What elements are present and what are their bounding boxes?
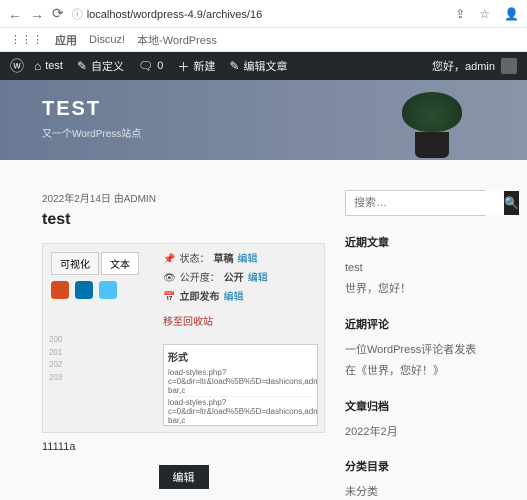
trash-link[interactable]: 移至回收站 <box>163 313 268 332</box>
search-input[interactable] <box>346 191 504 215</box>
bookmarks-label: 应用 <box>55 32 77 48</box>
browser-address-bar: ← → ⟳ ⓘlocalhost/wordpress-4.9/archives/… <box>0 0 527 28</box>
media-icon[interactable] <box>51 281 69 299</box>
wp-logo-icon[interactable]: ⓦ <box>10 56 24 76</box>
widget-item[interactable]: 未分类 <box>345 482 485 500</box>
post-title: test <box>42 211 325 229</box>
edit-date-link[interactable]: 编辑 <box>223 288 243 307</box>
widget-title: 近期文章 <box>345 234 485 250</box>
calendar-icon: 📅 <box>163 288 175 307</box>
edit-visibility-link[interactable]: 编辑 <box>248 269 268 288</box>
tab-text[interactable]: 文本 <box>101 252 139 275</box>
star-icon[interactable]: ☆ <box>479 7 490 21</box>
search-widget: 🔍 <box>345 190 485 216</box>
pencil-icon: ✎ <box>229 59 239 73</box>
network-row[interactable]: load-styles.php?c=0&dir=ltr&load%5B%5D=d… <box>168 367 313 397</box>
tab-visual[interactable]: 可视化 <box>51 252 99 275</box>
edit-status-link[interactable]: 编辑 <box>237 250 257 269</box>
forward-button[interactable]: → <box>30 6 44 22</box>
apps-icon[interactable]: ⋮⋮⋮ <box>10 33 43 46</box>
reload-button[interactable]: ⟳ <box>52 5 64 22</box>
network-panel: 形式 load-styles.php?c=0&dir=ltr&load%5B%5… <box>163 344 318 426</box>
pin-icon: 📌 <box>163 250 175 269</box>
greeting-text[interactable]: 您好，admin <box>432 58 495 74</box>
customize-link[interactable]: ✎自定义 <box>77 58 124 74</box>
comment-icon: 🗨 <box>138 59 153 73</box>
widget-item[interactable]: 世界，您好！ <box>345 279 485 300</box>
edit-button[interactable]: 编辑 <box>159 465 209 489</box>
comments-link[interactable]: 🗨0 <box>138 59 163 73</box>
bookmark-item[interactable]: Discuz! <box>89 34 125 46</box>
network-row[interactable]: load-styles.php?c=0&dir=ltr&load%5B%5D=d… <box>168 397 313 426</box>
sidebar: 🔍 近期文章 test世界，您好！ 近期评论一位WordPress评论者发表在《世界… <box>345 190 485 470</box>
sidebar-widget: 近期评论一位WordPress评论者发表在《世界，您好！》 <box>345 316 485 382</box>
sidebar-widget: 文章归档 2022年2月 <box>345 398 485 443</box>
line-numbers: 200201202203 <box>49 334 149 384</box>
brush-icon: ✎ <box>77 59 87 73</box>
widget-title: 分类目录 <box>345 458 485 474</box>
cloud-icon[interactable] <box>99 281 117 299</box>
bookmark-bar: ⋮⋮⋮ 应用 Discuz! 本地-WordPress <box>0 28 527 52</box>
user-avatar[interactable] <box>501 58 517 74</box>
bookmark-item[interactable]: 本地-WordPress <box>137 32 217 48</box>
header-image-plant <box>397 88 467 158</box>
widget-item[interactable]: test <box>345 258 485 279</box>
content-area: 2022年2月14日 由ADMIN test 可视化 文本 📌状态： 草稿 编辑… <box>0 160 527 500</box>
post-footer: 编辑 <box>42 465 325 489</box>
sidebar-widget: 分类目录未分类 <box>345 458 485 500</box>
main-column: 2022年2月14日 由ADMIN test 可视化 文本 📌状态： 草稿 编辑… <box>42 190 325 470</box>
widget-title: 近期评论 <box>345 316 485 332</box>
sidebar-widget: 近期文章 test世界，您好！ <box>345 234 485 300</box>
site-header: TEST 又一个WordPress站点 <box>0 80 527 160</box>
post-meta: 2022年2月14日 由ADMIN <box>42 190 325 205</box>
widget-title: 文章归档 <box>345 398 485 414</box>
search-button[interactable]: 🔍 <box>504 191 519 215</box>
back-button[interactable]: ← <box>8 6 22 22</box>
profile-icon[interactable]: 👤 <box>504 7 519 21</box>
eye-icon: 👁 <box>163 269 176 288</box>
url-field[interactable]: ⓘlocalhost/wordpress-4.9/archives/16 <box>72 6 441 22</box>
attach-icon[interactable] <box>75 281 93 299</box>
search-icon: 🔍 <box>504 196 519 210</box>
publish-panel: 📌状态： 草稿 编辑 👁公开度： 公开 编辑 📅立即发布 编辑 移至回收站 <box>163 250 268 332</box>
styles-header: 形式 <box>168 349 313 364</box>
widget-item[interactable]: 2022年2月 <box>345 422 485 443</box>
edit-post-link[interactable]: ✎编辑文章 <box>229 58 287 74</box>
share-icon[interactable]: ⇪ <box>455 7 465 21</box>
editor-preview: 可视化 文本 📌状态： 草稿 编辑 👁公开度： 公开 编辑 📅立即发布 编辑 移… <box>42 243 325 433</box>
post-body: 11111a <box>42 441 325 453</box>
plus-icon: ＋ <box>177 58 189 75</box>
site-name-link[interactable]: ⌂test <box>34 59 63 73</box>
new-content-link[interactable]: ＋新建 <box>177 58 215 75</box>
home-icon: ⌂ <box>34 59 41 73</box>
widget-item[interactable]: 一位WordPress评论者发表在《世界，您好！》 <box>345 340 485 382</box>
wp-admin-bar: ⓦ ⌂test ✎自定义 🗨0 ＋新建 ✎编辑文章 您好，admin <box>0 52 527 80</box>
